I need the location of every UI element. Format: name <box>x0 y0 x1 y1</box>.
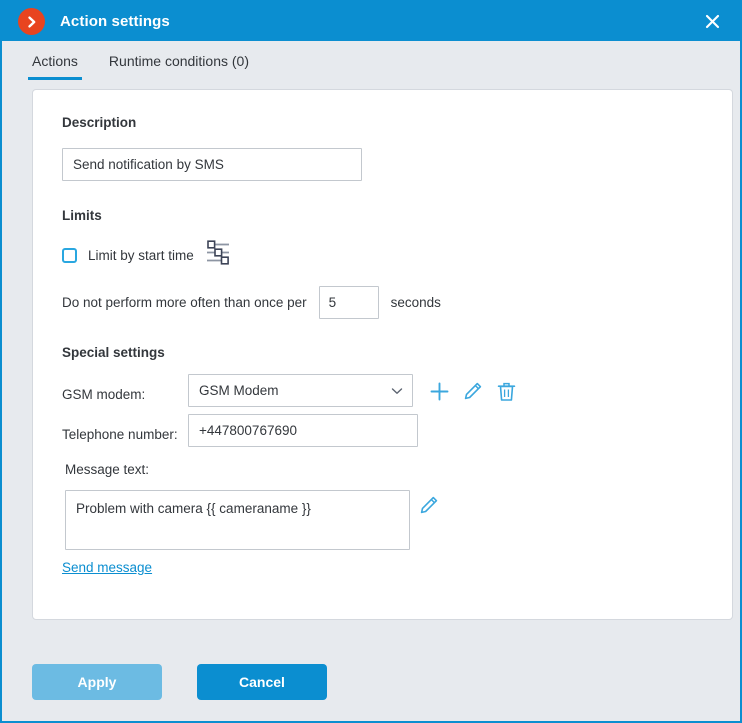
tab-actions-label: Actions <box>32 53 78 69</box>
limit-by-start-time-row: Limit by start time <box>62 240 231 270</box>
telephone-number-input[interactable] <box>188 414 418 447</box>
content-area: Description Limits Limit by start time <box>2 80 740 642</box>
gsm-modem-selected-value: GSM Modem <box>199 383 279 398</box>
message-text-label: Message text: <box>65 462 150 477</box>
pencil-icon <box>464 382 482 400</box>
telephone-number-label: Telephone number: <box>62 427 178 442</box>
plus-icon <box>430 382 448 400</box>
gsm-modem-label: GSM modem: <box>62 387 146 402</box>
action-settings-dialog: Action settings Actions Runtime conditio… <box>0 0 742 723</box>
window-title: Action settings <box>60 13 170 30</box>
title-bar: Action settings <box>2 2 740 41</box>
close-button[interactable] <box>692 2 732 41</box>
description-input[interactable] <box>62 148 362 181</box>
gsm-modem-select[interactable]: GSM Modem <box>188 374 413 407</box>
tab-runtime-conditions-label: Runtime conditions (0) <box>108 53 249 69</box>
add-modem-button[interactable] <box>427 379 451 403</box>
tab-actions[interactable]: Actions <box>28 53 82 80</box>
message-text-input[interactable] <box>65 490 410 550</box>
chevron-right-circle-icon <box>18 8 45 35</box>
frequency-input[interactable] <box>318 286 379 319</box>
frequency-label: Do not perform more often than once per <box>62 295 307 310</box>
pencil-icon <box>420 496 438 514</box>
close-icon <box>705 14 719 29</box>
dialog-footer: Apply Cancel <box>2 642 740 721</box>
settings-card: Description Limits Limit by start time <box>32 89 733 620</box>
description-section-title: Description <box>62 115 137 130</box>
apply-button[interactable]: Apply <box>32 663 162 700</box>
edit-modem-button[interactable] <box>461 379 485 403</box>
cancel-button[interactable]: Cancel <box>197 663 327 700</box>
tab-bar: Actions Runtime conditions (0) <box>2 41 740 80</box>
edit-message-button[interactable] <box>417 493 441 517</box>
send-message-link[interactable]: Send message <box>62 560 152 575</box>
frequency-unit-label: seconds <box>390 295 441 310</box>
delete-modem-button[interactable] <box>494 379 518 403</box>
trash-icon <box>497 382 515 401</box>
frequency-row: Do not perform more often than once per … <box>62 286 441 319</box>
special-settings-section-title: Special settings <box>62 345 165 360</box>
chevron-down-icon <box>391 382 403 400</box>
tab-runtime-conditions[interactable]: Runtime conditions (0) <box>105 53 253 80</box>
sliders-icon[interactable] <box>205 240 231 270</box>
limit-by-start-time-checkbox[interactable] <box>62 247 77 263</box>
limits-section-title: Limits <box>62 208 102 223</box>
limit-by-start-time-label: Limit by start time <box>88 247 194 263</box>
